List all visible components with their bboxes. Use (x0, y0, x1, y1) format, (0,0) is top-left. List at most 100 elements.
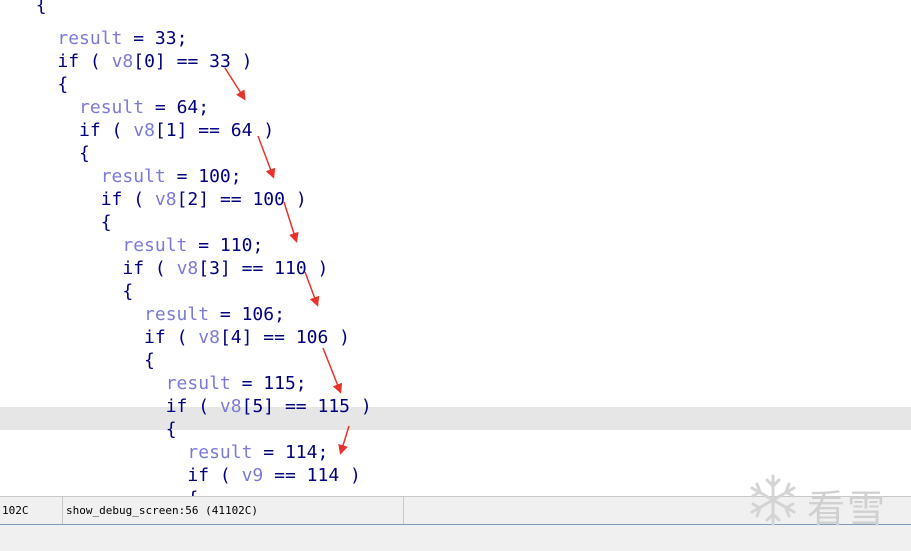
code-token-op: = (144, 97, 177, 118)
code-token-op: == (274, 396, 318, 417)
code-token-num: 110 (219, 235, 253, 256)
code-token-punc: ; (317, 442, 329, 463)
code-line[interactable]: if ( v9 == 114 ) (14, 464, 361, 487)
code-token-var[interactable]: v8 (155, 189, 177, 210)
code-token-var[interactable]: result (79, 97, 144, 118)
code-token-punc: ) (339, 465, 361, 486)
code-token-num: 115 (263, 373, 296, 394)
code-token-kw: if (187, 465, 210, 486)
code-token-var[interactable]: v9 (242, 465, 264, 486)
code-line[interactable]: { (14, 418, 177, 441)
status-divider (403, 497, 404, 525)
code-line[interactable]: result = 33; (14, 27, 187, 50)
code-token-punc: ) (230, 51, 253, 72)
code-line[interactable]: result = 106; (14, 303, 285, 326)
code-line[interactable]: if ( v8[3] == 110 ) (14, 257, 328, 280)
code-line[interactable]: { (14, 280, 133, 303)
code-token-num: 64 (230, 120, 253, 141)
code-token-var[interactable]: v8 (198, 327, 220, 348)
code-token-punc: ) (284, 189, 307, 210)
code-line[interactable]: result = 110; (14, 234, 263, 257)
code-token-punc: ( (79, 51, 112, 72)
code-token-op: == (263, 465, 307, 486)
code-line[interactable]: { (14, 0, 47, 17)
code-line[interactable]: { (14, 349, 155, 372)
status-address: 102C (0, 497, 63, 525)
code-token-var[interactable]: v8 (177, 258, 199, 279)
code-token-var[interactable]: result (166, 373, 231, 394)
code-token-op: == (187, 120, 231, 141)
code-token-op: = (230, 373, 264, 394)
code-token-kw: if (144, 327, 166, 348)
code-token-punc: ) (328, 327, 351, 348)
code-token-punc: [2] (176, 189, 210, 210)
code-token-var[interactable]: result (101, 166, 166, 187)
code-token-num: 100 (198, 166, 231, 187)
code-line[interactable]: if ( v8[1] == 64 ) (14, 119, 274, 142)
code-token-punc: ; (274, 304, 285, 325)
code-token-var[interactable]: result (57, 28, 122, 49)
code-token-op: == (209, 189, 253, 210)
watermark: 看雪 (745, 472, 905, 532)
pseudocode-view[interactable]: { result = 33; if ( v8[0] == 33 ) { resu… (0, 0, 911, 496)
code-token-var[interactable]: v8 (133, 120, 155, 141)
code-token-op: = (187, 235, 220, 256)
code-token-punc: ; (198, 97, 210, 118)
code-token-punc: ) (350, 396, 372, 417)
code-line[interactable]: if ( v8[4] == 106 ) (14, 326, 350, 349)
code-line[interactable]: { (14, 487, 198, 496)
code-token-punc: { (57, 74, 69, 95)
code-token-punc: { (187, 488, 198, 496)
code-token-var[interactable]: v8 (220, 396, 242, 417)
code-line[interactable]: result = 100; (14, 165, 242, 188)
code-token-kw: if (79, 120, 101, 141)
code-line[interactable]: { (14, 211, 112, 234)
code-line[interactable]: result = 64; (14, 96, 209, 119)
code-token-punc: ( (122, 189, 155, 210)
code-token-punc: [0] (133, 51, 166, 72)
code-line[interactable]: if ( v8[5] == 115 ) (14, 395, 372, 418)
code-token-num: 110 (274, 258, 307, 279)
snowflake-icon (750, 474, 796, 526)
code-line[interactable]: { (14, 142, 90, 165)
code-token-op: == (230, 258, 275, 279)
code-token-punc: ; (252, 235, 264, 256)
code-line[interactable]: { (14, 73, 68, 96)
watermark-text: 看雪 (807, 487, 888, 531)
code-token-var[interactable]: result (122, 235, 187, 256)
code-line[interactable]: result = 114; (14, 441, 328, 464)
code-token-var[interactable]: v8 (112, 51, 134, 72)
code-token-punc: { (35, 0, 47, 16)
code-token-punc: { (122, 281, 134, 302)
code-token-punc: [1] (154, 120, 188, 141)
code-line[interactable]: if ( v8[0] == 33 ) (14, 50, 253, 73)
code-token-punc: ; (230, 166, 242, 187)
code-line[interactable]: result = 115; (14, 372, 307, 395)
code-token-punc: ( (187, 396, 220, 417)
code-token-punc: ( (100, 120, 134, 141)
code-token-var[interactable]: result (187, 442, 252, 463)
code-token-var[interactable]: result (144, 304, 209, 325)
code-token-num: 106 (295, 327, 329, 348)
status-location: show_debug_screen:56 (41102C) (66, 504, 259, 517)
code-token-op: == (165, 51, 210, 72)
arrow-annotation-2 (257, 135, 276, 179)
code-line[interactable]: if ( v8[2] == 100 ) (14, 188, 307, 211)
code-token-punc: [4] (219, 327, 253, 348)
code-token-kw: if (122, 258, 145, 279)
code-token-kw: if (57, 51, 80, 72)
